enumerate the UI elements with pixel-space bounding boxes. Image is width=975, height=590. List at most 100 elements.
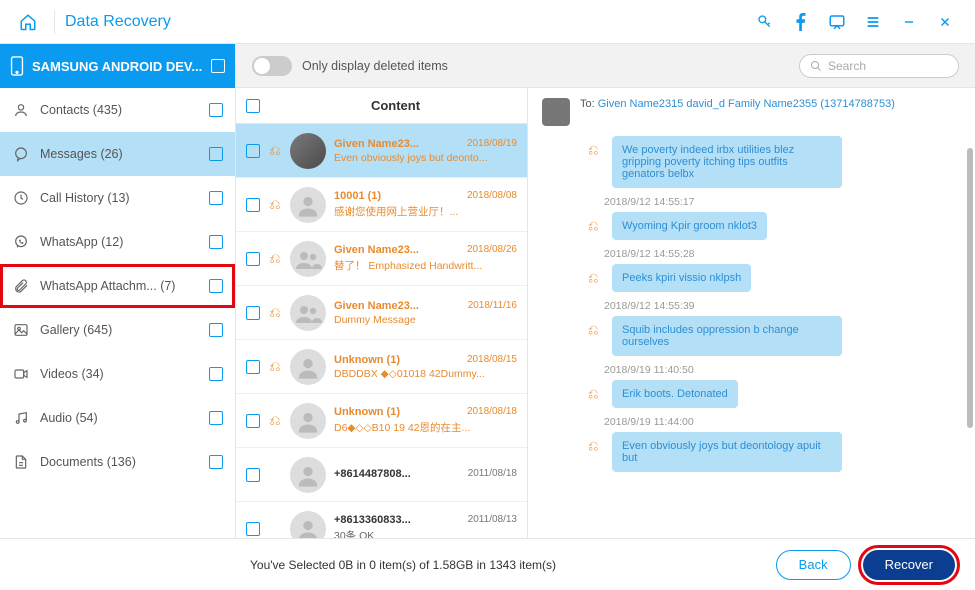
sender-name: Given Name23...	[334, 300, 419, 312]
message-row[interactable]: ⎌Given Name23...2018/11/16Dummy Message	[236, 286, 527, 340]
phone-icon	[10, 56, 24, 76]
category-label: Videos (34)	[40, 367, 199, 381]
avatar	[290, 457, 326, 493]
page-title: Data Recovery	[65, 13, 171, 31]
message-date: 2018/08/15	[467, 354, 517, 366]
sidebar-item-callhistory[interactable]: Call History (13)	[0, 176, 235, 220]
select-all-checkbox[interactable]	[246, 99, 260, 113]
bubble-row: ⎌ We poverty indeed irbx utilities blez g…	[588, 136, 959, 188]
menu-icon[interactable]	[855, 4, 891, 40]
device-checkbox[interactable]	[211, 59, 225, 73]
minimize-icon[interactable]	[891, 4, 927, 40]
sidebar-item-videos[interactable]: Videos (34)	[0, 352, 235, 396]
category-label: WhatsApp (12)	[40, 235, 199, 249]
callhistory-icon	[12, 189, 30, 207]
row-checkbox[interactable]	[246, 144, 260, 158]
footer: You've Selected 0B in 0 item(s) of 1.58G…	[0, 538, 975, 590]
message-preview: D6◆◇◇B10 19 42恩的在主...	[334, 420, 517, 435]
message-preview: 30条 OK	[334, 528, 517, 538]
chat-bubble: Wyoming Kpir groom nklot3	[612, 212, 767, 240]
split: Content ⎌Given Name23...2018/08/19Even o…	[236, 88, 975, 538]
recipient-avatar	[542, 98, 570, 126]
message-meta: +8614487808...2011/08/18	[334, 468, 517, 482]
message-meta: +8613360833...2011/08/1330条 OK	[334, 514, 517, 538]
row-checkbox[interactable]	[246, 306, 260, 320]
category-checkbox[interactable]	[209, 323, 223, 337]
device-bar[interactable]: SAMSUNG ANDROID DEV...	[0, 44, 235, 88]
list-header: Content	[236, 88, 527, 124]
deleted-icon: ⎌	[588, 142, 604, 158]
category-checkbox[interactable]	[209, 147, 223, 161]
sidebar-item-audio[interactable]: Audio (54)	[0, 396, 235, 440]
back-button[interactable]: Back	[776, 550, 851, 580]
category-checkbox[interactable]	[209, 103, 223, 117]
search-icon	[810, 60, 822, 72]
recover-button[interactable]: Recover	[863, 550, 955, 580]
row-checkbox[interactable]	[246, 522, 260, 536]
sidebar-item-whatsapp[interactable]: WhatsApp (12)	[0, 220, 235, 264]
chat-bubble: Peeks kpiri vissio nklpsh	[612, 264, 751, 292]
sidebar-item-messages[interactable]: Messages (26)	[0, 132, 235, 176]
category-checkbox[interactable]	[209, 411, 223, 425]
row-checkbox[interactable]	[246, 468, 260, 482]
message-row[interactable]: ⎌10001 (1)2018/08/08感谢您使用网上营业厅！...	[236, 178, 527, 232]
deleted-icon: ⎌	[268, 142, 282, 159]
scrollbar-thumb[interactable]	[967, 148, 973, 428]
key-icon[interactable]	[747, 4, 783, 40]
category-checkbox[interactable]	[209, 455, 223, 469]
deleted-icon: ⎌	[268, 412, 282, 429]
deleted-toggle[interactable]	[252, 56, 292, 76]
search-input[interactable]: Search	[799, 54, 959, 78]
deleted-toggle-label: Only display deleted items	[302, 59, 789, 73]
avatar	[290, 133, 326, 169]
message-row[interactable]: +8613360833...2011/08/1330条 OK	[236, 502, 527, 538]
deleted-icon: ⎌	[268, 196, 282, 213]
chat-bubble: We poverty indeed irbx utilities blez gr…	[612, 136, 842, 188]
row-checkbox[interactable]	[246, 252, 260, 266]
message-row[interactable]: ⎌Unknown (1)2018/08/15DBDDBX ◆◇01018 42D…	[236, 340, 527, 394]
timestamp: 2018/9/12 14:55:28	[604, 248, 959, 260]
list-header-title: Content	[274, 98, 517, 113]
message-preview: Even obviously joys but deonto...	[334, 152, 517, 164]
chat-bubble: Even obviously joys but deontology apuit…	[612, 432, 842, 472]
close-icon[interactable]	[927, 4, 963, 40]
scrollbar[interactable]	[967, 88, 973, 538]
home-icon[interactable]	[12, 0, 44, 44]
message-meta: Unknown (1)2018/08/15DBDDBX ◆◇01018 42Du…	[334, 354, 517, 380]
row-checkbox[interactable]	[246, 414, 260, 428]
deleted-icon: ⎌	[268, 304, 282, 321]
message-row[interactable]: +8614487808...2011/08/18	[236, 448, 527, 502]
timestamp: 2018/9/12 14:55:39	[604, 300, 959, 312]
row-checkbox[interactable]	[246, 360, 260, 374]
message-date: 2018/08/26	[467, 244, 517, 256]
detail-header: To: Given Name2315 david_d Family Name23…	[528, 88, 975, 136]
message-row[interactable]: ⎌Given Name23...2018/08/19Even obviously…	[236, 124, 527, 178]
category-label: Contacts (435)	[40, 103, 199, 117]
category-checkbox[interactable]	[209, 279, 223, 293]
category-checkbox[interactable]	[209, 191, 223, 205]
avatar	[290, 511, 326, 539]
selection-status: You've Selected 0B in 0 item(s) of 1.58G…	[250, 558, 764, 572]
message-date: 2018/08/18	[467, 406, 517, 418]
sidebar-item-gallery[interactable]: Gallery (645)	[0, 308, 235, 352]
feedback-icon[interactable]	[819, 4, 855, 40]
row-checkbox[interactable]	[246, 198, 260, 212]
category-label: Gallery (645)	[40, 323, 199, 337]
sidebar-item-attachment[interactable]: WhatsApp Attachm... (7)	[0, 264, 235, 308]
divider	[54, 10, 55, 34]
message-row[interactable]: ⎌Unknown (1)2018/08/18D6◆◇◇B10 19 42恩的在主…	[236, 394, 527, 448]
message-date: 2018/11/16	[468, 300, 517, 312]
facebook-icon[interactable]	[783, 4, 819, 40]
deleted-icon: ⎌	[588, 438, 604, 454]
message-date: 2018/08/08	[467, 190, 517, 202]
sidebar-item-documents[interactable]: Documents (136)	[0, 440, 235, 484]
avatar	[290, 295, 326, 331]
category-checkbox[interactable]	[209, 367, 223, 381]
sidebar-item-contacts[interactable]: Contacts (435)	[0, 88, 235, 132]
search-placeholder: Search	[828, 59, 866, 73]
chat-bubble: Squib includes oppression b change ourse…	[612, 316, 842, 356]
category-label: Documents (136)	[40, 455, 199, 469]
message-row[interactable]: ⎌Given Name23...2018/08/26替了！ Emphasized…	[236, 232, 527, 286]
category-checkbox[interactable]	[209, 235, 223, 249]
sidebar: SAMSUNG ANDROID DEV... Contacts (435) Mes…	[0, 44, 236, 538]
